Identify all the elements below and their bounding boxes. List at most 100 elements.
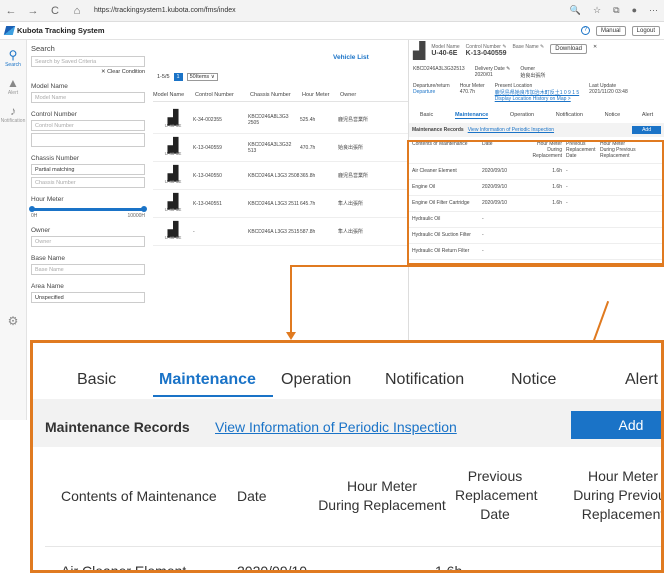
close-icon[interactable]: ✕ (593, 44, 597, 50)
vehicle-cell: ▟ U-40-6E (153, 222, 193, 241)
connector-line (290, 265, 292, 335)
excavator-icon: ▟ (167, 192, 179, 209)
chassis-number-label: Chassis Number (31, 155, 80, 162)
table-row[interactable]: ▟ U-40-6E K-13-040551 KBCD246A L3G3 2511 645… (153, 190, 408, 218)
chassis-number-input[interactable]: Chassis Number (31, 177, 145, 188)
excavator-icon: ▟ (167, 136, 179, 153)
table-row[interactable]: ▟ U-40-6E - KBCD246A L3G3 2515 587.8h 隼人出張所 (153, 218, 408, 246)
control-number-extra[interactable] (31, 133, 145, 147)
hour-meter-range: 0H 10000H (31, 213, 145, 219)
mini-inspection-link[interactable]: View Information of Periodic Inspection (468, 127, 554, 133)
mini-tab-maintenance[interactable]: Maintenance (454, 112, 489, 119)
mini-table-row[interactable]: Hydraulic Oil - (409, 212, 664, 228)
model-name-input[interactable]: Model Name (31, 92, 145, 103)
table-row[interactable]: ▟ U-40-6E K-34-002355 KBCD246A8L3G3 2505 525… (153, 106, 408, 134)
collections-icon[interactable]: ⧉ (613, 5, 619, 16)
header-date: Date (237, 488, 267, 504)
rail-item-alert[interactable]: ▲ Alert (0, 76, 26, 96)
model-name-label: Model Name (31, 83, 68, 90)
mini-tab-basic[interactable]: Basic (420, 112, 433, 119)
col-owner[interactable]: Owner (340, 92, 390, 98)
maintenance-toolbar: Maintenance Records View Information of … (33, 399, 661, 447)
manual-button[interactable]: Manual (595, 25, 626, 36)
tab-maintenance[interactable]: Maintenance (159, 371, 256, 389)
back-icon[interactable]: ← (0, 5, 22, 17)
owner-label: Owner (31, 227, 51, 234)
col-control[interactable]: Control Number (195, 92, 250, 98)
tab-notification[interactable]: Notification (385, 371, 464, 389)
rail-item-notification[interactable]: ♪ Notification (0, 104, 26, 124)
header-previous-hour: Hour Meter During Previous Replacement (573, 468, 664, 522)
more-icon[interactable]: ⋯ (649, 5, 658, 16)
mini-table-row[interactable]: Engine Oil 2020/09/10 1.6h - (409, 180, 664, 196)
row-content: Air Cleaner Element (61, 563, 187, 573)
mini-tab-alert[interactable]: Alert (642, 112, 653, 119)
home-icon[interactable]: ⌂ (66, 5, 88, 17)
hour-meter-slider[interactable] (29, 206, 147, 212)
chassis-match-select[interactable]: Partial matching (31, 164, 145, 175)
control-number-label: Control Number (31, 111, 77, 118)
page-button[interactable]: 1 (173, 73, 183, 81)
control-number-input[interactable]: Control Number (31, 120, 145, 131)
per-page-select[interactable]: 50Items ∨ (186, 73, 218, 81)
col-chassis[interactable]: Chassis Number (250, 92, 302, 98)
vehicle-cell: ▟ U-40-6E (153, 192, 193, 213)
table-row[interactable]: ▟ U-40-6E K-13-040559 KBCD246A3L3G32 513 470… (153, 134, 408, 162)
tab-notice[interactable]: Notice (511, 371, 556, 389)
detail-info-2: Departure/return Departure Hour Meter 470.… (413, 83, 628, 102)
star-icon[interactable]: ☆ (593, 5, 601, 16)
edit-base-name[interactable]: Base Name ✎ (513, 44, 545, 50)
col-hour[interactable]: Hour Meter (302, 92, 340, 98)
owner-input[interactable]: Owner (31, 236, 145, 247)
mini-table-row[interactable]: Air Cleaner Element 2020/09/10 1.6h - (409, 164, 664, 180)
row-prev: - (469, 563, 474, 573)
profile-icon[interactable]: ● (632, 5, 637, 16)
base-name-label: Base Name (31, 255, 65, 262)
browser-actions: 🔍 ☆ ⧉ ● ⋯ (570, 5, 664, 16)
mini-table-row[interactable]: Engine Oil Filter Cartridge 2020/09/10 1.6… (409, 196, 664, 212)
mini-tab-operation[interactable]: Operation (510, 112, 534, 119)
mini-table-row[interactable]: Hydraulic Oil Return Filter - (409, 244, 664, 260)
forward-icon[interactable]: → (22, 5, 44, 17)
excavator-icon: ▟ (413, 43, 426, 60)
logout-button[interactable]: Logout (631, 25, 660, 36)
clear-condition-button[interactable]: ✕ Clear Condition (31, 69, 145, 75)
area-name-select[interactable]: Unspecified (31, 292, 145, 303)
detail-info: KBCD246A3L3G32513 Delivery Date ✎ 2020/01… (413, 66, 546, 79)
mini-add-button[interactable]: Add (632, 126, 661, 134)
tab-alert[interactable]: Alert (625, 371, 658, 389)
app-logo: Kubota Tracking System (0, 26, 105, 35)
mini-tab-notice[interactable]: Notice (605, 112, 621, 119)
saved-criteria-select[interactable]: Search by Saved Criteria (31, 56, 145, 67)
result-count: 1-5/5 (157, 74, 170, 80)
header-previous-date: Previous Replacement Date (455, 468, 538, 522)
add-button[interactable]: Add (571, 411, 661, 439)
vehicle-cell: ▟ U-40-6E (153, 136, 193, 157)
map-history-link[interactable]: Display Location History on Map > (495, 96, 579, 102)
detail-tabs: Basic Maintenance Operation Notification… (409, 112, 664, 119)
col-model[interactable]: Model Name (153, 92, 195, 98)
address-bar[interactable]: https://trackingsystem1.kubota.com/fms/i… (94, 7, 236, 14)
tab-vehicle-list[interactable]: Vehicle List (333, 54, 369, 61)
base-name-input[interactable]: Base Name (31, 264, 145, 275)
periodic-inspection-link[interactable]: View Information of Periodic Inspection (215, 419, 457, 435)
download-button[interactable]: Download (550, 44, 587, 54)
maintenance-records-title: Maintenance Records (45, 419, 190, 435)
tab-operation[interactable]: Operation (281, 371, 351, 389)
maintenance-row[interactable]: Air Cleaner Element 2020/09/10 1.6h - (45, 547, 661, 573)
pagination: 1-5/5 1 50Items ∨ (157, 73, 218, 81)
zoom-icon[interactable]: 🔍 (570, 5, 581, 16)
vehicle-cell: ▟ U-40-6E (153, 166, 193, 185)
row-hour: 1.6h (435, 563, 463, 573)
rail-item-search[interactable]: ⚲ Search (0, 48, 26, 68)
mini-tab-notification[interactable]: Notification (556, 112, 583, 119)
vehicle-cell: ▟ U-40-6E (153, 110, 193, 129)
mini-table-row[interactable]: Hydraulic Oil Suction Filter - (409, 228, 664, 244)
kubota-logo-icon (3, 26, 16, 35)
reload-icon[interactable]: C (44, 5, 66, 17)
table-row[interactable]: ▟ U-40-6E K-13-040550 KBCD246A L3G3 2508 365… (153, 162, 408, 190)
tab-basic[interactable]: Basic (77, 371, 116, 389)
alert-icon: ▲ (7, 76, 19, 90)
help-icon[interactable]: ? (580, 26, 590, 35)
rail-item-notification-settings[interactable]: ⚙ (0, 314, 26, 328)
